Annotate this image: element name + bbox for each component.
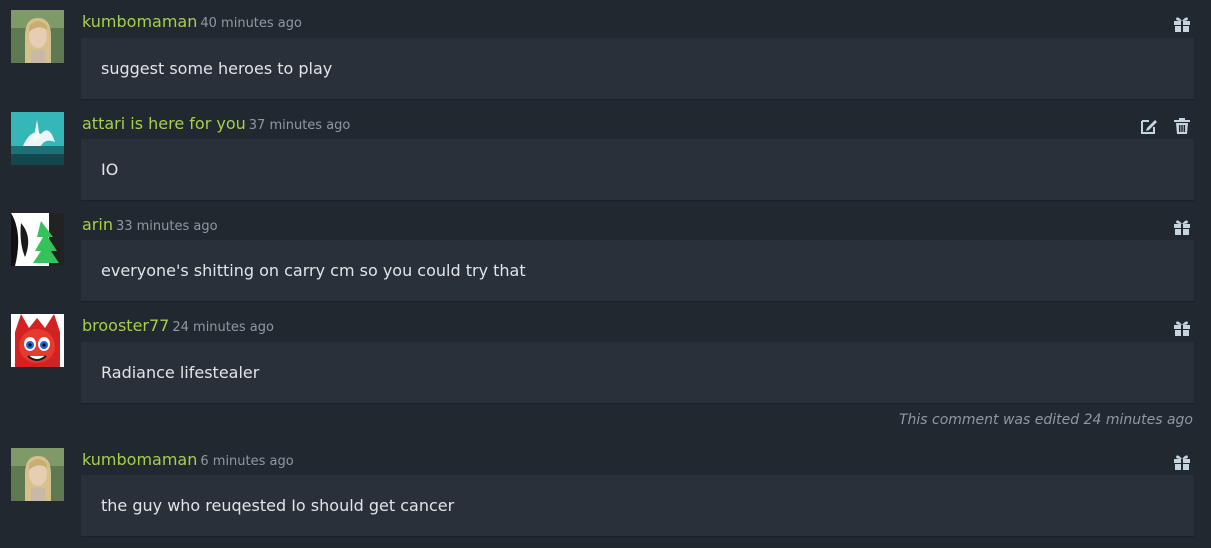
gift-icon[interactable] xyxy=(1173,453,1191,471)
comment-actions xyxy=(1173,218,1191,236)
comment-body: IO xyxy=(81,139,1194,200)
edited-note: This comment was edited 24 minutes ago xyxy=(898,412,1193,428)
comment-header: kumbomaman 6 minutes ago xyxy=(82,448,294,472)
avatar[interactable] xyxy=(11,112,64,165)
comment-timestamp: 33 minutes ago xyxy=(115,219,218,234)
comment-actions xyxy=(1173,453,1191,471)
avatar[interactable] xyxy=(11,213,64,266)
edit-icon[interactable] xyxy=(1140,117,1158,135)
comment-author[interactable]: attari is here for you xyxy=(82,114,246,133)
comment-header: kumbomaman 40 minutes ago xyxy=(82,10,302,34)
avatar[interactable] xyxy=(11,10,64,63)
comment-actions xyxy=(1173,319,1191,337)
comment-actions xyxy=(1140,117,1191,135)
comment-author[interactable]: kumbomaman xyxy=(82,12,197,31)
comment-timestamp: 40 minutes ago xyxy=(200,16,302,31)
comment-actions xyxy=(1173,15,1191,33)
avatar[interactable] xyxy=(11,314,64,367)
gift-icon[interactable] xyxy=(1173,218,1191,236)
comment-author[interactable]: brooster77 xyxy=(82,316,169,335)
comment-body: everyone's shitting on carry cm so you c… xyxy=(81,240,1194,301)
comment-author[interactable]: arin xyxy=(82,215,113,234)
comment-header: attari is here for you 37 minutes ago xyxy=(82,112,350,136)
comment-author[interactable]: kumbomaman xyxy=(82,450,197,469)
comment-timestamp: 24 minutes ago xyxy=(172,320,274,335)
gift-icon[interactable] xyxy=(1173,319,1191,337)
trash-icon[interactable] xyxy=(1173,117,1191,135)
comment-header: brooster77 24 minutes ago xyxy=(82,314,274,338)
comment-timestamp: 37 minutes ago xyxy=(248,118,351,133)
comment-body: Radiance lifestealer xyxy=(81,342,1194,403)
comment-thread: kumbomaman 40 minutes ago suggest some he… xyxy=(0,0,1211,548)
comment-body: suggest some heroes to play xyxy=(81,38,1194,99)
comment-body: the guy who reuqested Io should get canc… xyxy=(81,475,1194,536)
avatar[interactable] xyxy=(11,448,64,501)
comment-header: arin 33 minutes ago xyxy=(82,213,218,237)
gift-icon[interactable] xyxy=(1173,15,1191,33)
comment-timestamp: 6 minutes ago xyxy=(200,454,294,469)
